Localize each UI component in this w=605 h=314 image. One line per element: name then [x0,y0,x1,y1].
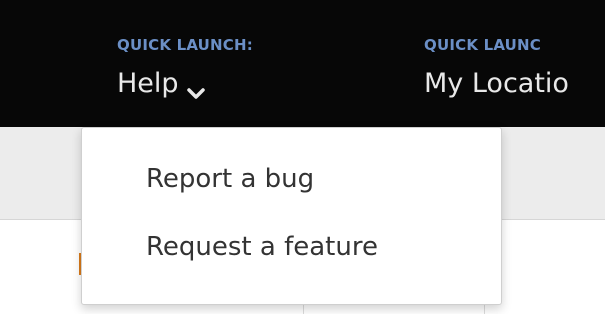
chevron-down-icon [186,77,205,99]
help-dropdown-menu: Report a bug Request a feature [81,127,502,305]
quick-launch-help-toggle[interactable]: Help [117,68,253,99]
quick-launch-my-location[interactable]: QUICK LAUNC My Locatio [424,36,569,99]
menu-item-report-bug[interactable]: Report a bug [146,164,314,194]
quick-launch-value: Help [117,68,179,99]
menu-item-request-feature[interactable]: Request a feature [146,232,378,262]
quick-launch-label: QUICK LAUNC [424,36,542,54]
top-navigation-bar: QUICK LAUNCH: Help QUICK LAUNC My Locati… [0,0,605,127]
quick-launch-label: QUICK LAUNCH: [117,36,253,54]
quick-launch-help[interactable]: QUICK LAUNCH: Help [117,36,253,99]
quick-launch-value: My Locatio [424,68,569,99]
